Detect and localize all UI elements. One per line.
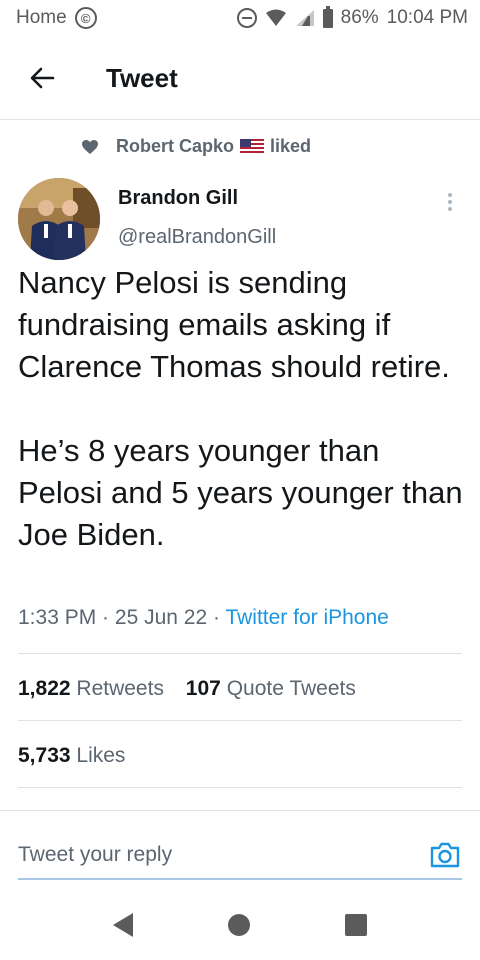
likes-label: Likes xyxy=(76,744,126,767)
reply-input[interactable] xyxy=(18,835,428,875)
likes-stat[interactable]: 5,733 Likes xyxy=(18,744,125,767)
back-button[interactable] xyxy=(18,54,66,102)
wifi-icon xyxy=(265,9,286,26)
battery-icon xyxy=(322,5,333,28)
arrow-left-icon xyxy=(30,67,55,89)
reply-bar xyxy=(18,832,462,880)
nav-recents-icon[interactable] xyxy=(345,914,367,936)
status-bar: Home © 86% 10:04 PM xyxy=(0,0,480,36)
more-options-button[interactable] xyxy=(438,190,462,214)
us-flag-icon xyxy=(240,138,265,155)
battery-percent: 86% xyxy=(340,7,379,28)
retweets-count: 1,822 xyxy=(18,677,71,700)
more-dot-icon xyxy=(448,193,452,197)
avatar-photo xyxy=(18,178,100,260)
camera-button[interactable] xyxy=(428,840,462,870)
meta-separator: · xyxy=(96,606,115,629)
camera-icon xyxy=(430,842,460,868)
likes-stats-row: 5,733 Likes xyxy=(18,744,125,768)
author-handle[interactable]: @realBrandonGill xyxy=(118,226,276,249)
divider xyxy=(18,653,462,654)
nav-back-icon[interactable] xyxy=(113,913,133,937)
quote-tweets-label: Quote Tweets xyxy=(226,677,356,700)
nav-home-icon[interactable] xyxy=(228,914,250,936)
retweet-stats-row: 1,822 Retweets 107 Quote Tweets xyxy=(18,677,356,701)
tweet-date: 25 Jun 22 xyxy=(114,606,208,629)
tweet-time: 1:33 PM xyxy=(18,606,97,629)
more-dot-icon xyxy=(448,207,452,211)
app-header: Tweet xyxy=(0,48,480,108)
quote-tweets-stat[interactable]: 107 Quote Tweets xyxy=(186,677,356,700)
heart-icon xyxy=(80,137,100,157)
divider xyxy=(18,720,462,721)
header-divider xyxy=(0,119,480,120)
retweets-label: Retweets xyxy=(76,677,164,700)
status-left: Home © xyxy=(16,7,97,29)
status-time: 10:04 PM xyxy=(386,7,468,28)
tweet-paragraph: Nancy Pelosi is sending fundraising emai… xyxy=(18,265,450,384)
retweets-stat[interactable]: 1,822 Retweets xyxy=(18,677,164,700)
system-nav-bar xyxy=(0,890,480,960)
do-not-disturb-icon xyxy=(236,8,257,28)
copyright-icon: © xyxy=(74,7,97,29)
reply-divider xyxy=(0,810,480,811)
liker-name: Robert Capko xyxy=(116,136,235,156)
tweet-paragraph: He’s 8 years younger than Pelosi and 5 y… xyxy=(18,433,463,552)
status-home-label: Home xyxy=(16,7,67,28)
signal-icon xyxy=(295,10,314,26)
tweet-meta: 1:33 PM · 25 Jun 22 · Twitter for iPhone xyxy=(18,606,389,630)
quote-tweets-count: 107 xyxy=(185,677,221,700)
more-dot-icon xyxy=(448,200,452,204)
author-name[interactable]: Brandon Gill xyxy=(118,187,238,210)
social-context[interactable]: Robert Capko liked xyxy=(80,136,311,157)
status-right: 86% 10:04 PM xyxy=(236,5,468,29)
tweet-source-link[interactable]: Twitter for iPhone xyxy=(225,606,388,629)
divider xyxy=(18,787,462,788)
likes-count: 5,733 xyxy=(18,744,71,767)
meta-separator: · xyxy=(207,606,226,629)
liked-label: liked xyxy=(270,136,312,156)
page-title: Tweet xyxy=(106,62,178,93)
avatar[interactable] xyxy=(18,178,100,260)
tweet-text: Nancy Pelosi is sending fundraising emai… xyxy=(18,262,466,556)
